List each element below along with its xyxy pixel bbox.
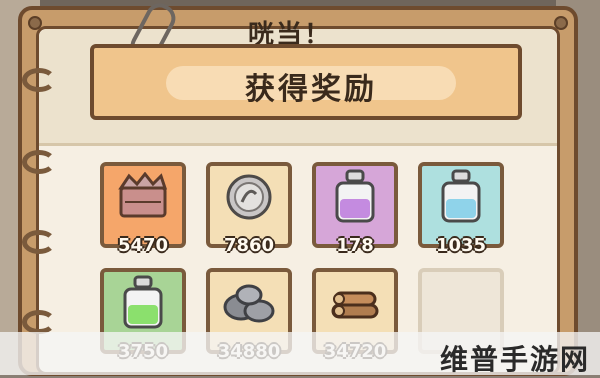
reward-count: 178 (336, 235, 374, 256)
binder-ring-icon (22, 310, 56, 334)
silver-coin-icon (224, 172, 274, 226)
binder-ring-icon (22, 150, 56, 174)
watermark-text: 维普手游网 (439, 343, 590, 376)
reward-slot-silver-coin[interactable]: 7860 (206, 162, 292, 256)
reward-count: 5470 (117, 235, 169, 256)
binder-ring-icon (22, 68, 56, 92)
reward-slot-purple-potion[interactable]: 178 (312, 162, 398, 256)
banner-plate: 获得奖励 (166, 66, 456, 107)
binder-ring-icon (22, 230, 56, 254)
reward-banner: 获得奖励 (90, 44, 522, 120)
banner-title: 获得奖励 (245, 72, 377, 107)
wood-logs-icon (325, 281, 385, 329)
reward-slot-blue-potion[interactable]: 1035 (418, 162, 504, 256)
treasure-crate-icon (115, 171, 171, 226)
green-potion-icon (119, 275, 167, 335)
reward-count: 1035 (435, 235, 487, 256)
reward-slot-treasure-crate[interactable]: 5470 (100, 162, 186, 256)
stone-pile-icon (219, 281, 279, 329)
blue-potion-icon (437, 169, 485, 229)
purple-potion-icon (331, 169, 379, 229)
reward-count: 7860 (223, 235, 275, 256)
